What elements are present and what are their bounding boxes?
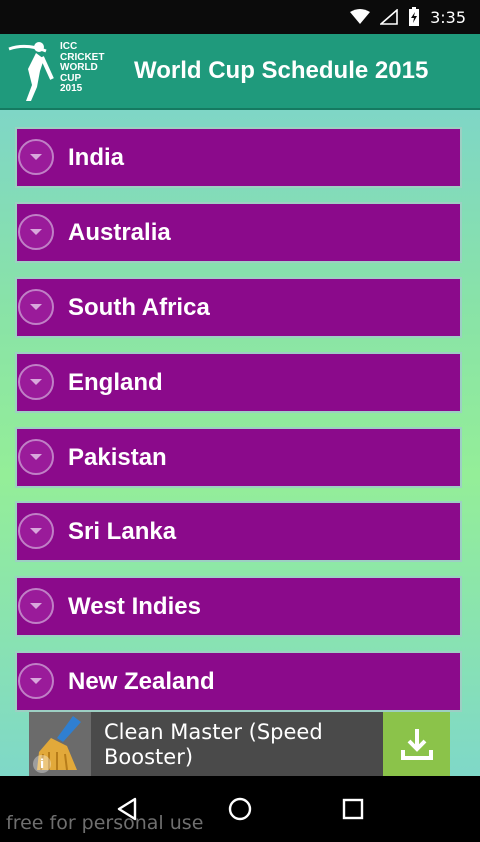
status-bar: 3:35 <box>0 0 480 34</box>
group-item-south-africa[interactable]: South Africa <box>15 277 462 338</box>
home-icon[interactable] <box>210 779 270 839</box>
chevron-down-icon[interactable] <box>18 513 54 549</box>
chevron-down-icon[interactable] <box>18 139 54 175</box>
cricket-player-icon <box>8 42 54 101</box>
group-label: South Africa <box>68 293 210 321</box>
download-icon[interactable] <box>383 712 450 776</box>
group-item-pakistan[interactable]: Pakistan <box>15 427 462 488</box>
recents-icon[interactable] <box>323 779 383 839</box>
group-label: New Zealand <box>68 667 215 695</box>
group-label: Australia <box>68 218 171 246</box>
battery-charging-icon <box>408 7 420 27</box>
group-item-west-indies[interactable]: West Indies <box>15 576 462 637</box>
chevron-down-icon[interactable] <box>18 364 54 400</box>
logo-text: ICC CRICKET WORLD CUP 2015 <box>60 41 105 94</box>
ad-text[interactable]: Clean Master (Speed Booster) <box>104 720 334 770</box>
app-logo: ICC CRICKET WORLD CUP 2015 <box>0 33 128 109</box>
group-item-england[interactable]: England <box>15 352 462 413</box>
ad-banner[interactable]: i Clean Master (Speed Booster) <box>29 712 450 776</box>
chevron-down-icon[interactable] <box>18 588 54 624</box>
cell-signal-icon <box>380 9 398 25</box>
wifi-icon <box>350 9 371 25</box>
watermark: free for personal use <box>6 812 204 834</box>
team-list[interactable]: India Australia South Africa England Pak… <box>0 110 480 776</box>
chevron-down-icon[interactable] <box>18 214 54 250</box>
group-item-new-zealand[interactable]: New Zealand <box>15 651 462 712</box>
group-label: West Indies <box>68 592 201 620</box>
app-bar: ICC CRICKET WORLD CUP 2015 World Cup Sch… <box>0 34 480 110</box>
group-label: India <box>68 143 125 171</box>
info-icon[interactable]: i <box>33 755 51 773</box>
group-label: Pakistan <box>68 443 167 471</box>
chevron-down-icon[interactable] <box>18 663 54 699</box>
group-item-india[interactable]: India <box>15 127 462 188</box>
chevron-down-icon[interactable] <box>18 289 54 325</box>
app-title: World Cup Schedule 2015 <box>134 57 429 84</box>
group-label: Sri Lanka <box>68 517 177 545</box>
group-item-australia[interactable]: Australia <box>15 202 462 263</box>
group-item-sri-lanka[interactable]: Sri Lanka <box>15 501 462 562</box>
chevron-down-icon[interactable] <box>18 439 54 475</box>
group-label: England <box>68 368 163 396</box>
clock: 3:35 <box>430 7 466 27</box>
